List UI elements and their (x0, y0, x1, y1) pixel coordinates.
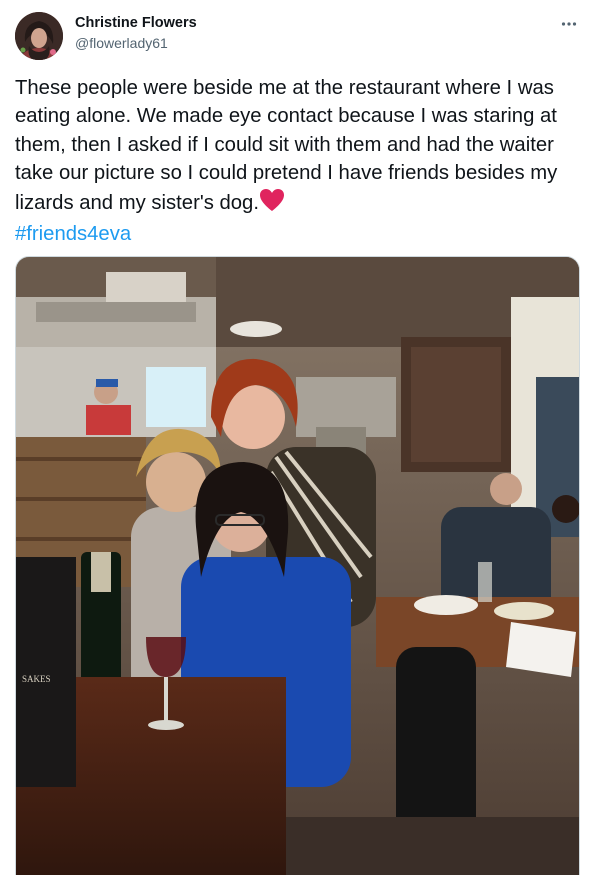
hashtag-link[interactable]: #friends4eva (15, 223, 131, 245)
profile-photo-icon (15, 12, 63, 60)
heart-emoji-icon (259, 188, 285, 220)
more-options-button[interactable] (555, 12, 583, 36)
tweet-body: These people were beside me at the resta… (15, 77, 558, 214)
bottle-label: SAKES (22, 674, 51, 684)
tweet-card[interactable]: Christine Flowers @flowerlady61 These pe… (0, 0, 593, 875)
avatar[interactable] (15, 12, 63, 60)
photo-restaurant-friends-icon: SAKES (16, 257, 579, 875)
tweet-photo[interactable]: SAKES (15, 256, 580, 875)
ellipsis-icon (561, 22, 577, 26)
author-handle[interactable]: @flowerlady61 (75, 35, 168, 51)
tweet-text: These people were beside me at the resta… (15, 74, 580, 248)
author-name[interactable]: Christine Flowers (75, 15, 197, 31)
